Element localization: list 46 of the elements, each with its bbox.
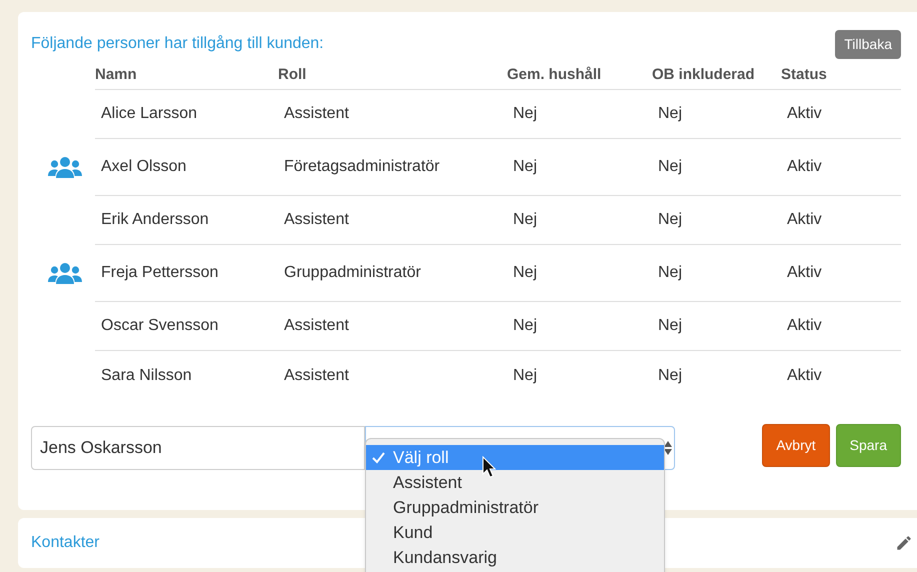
table-cell: Aktiv (787, 158, 822, 175)
checkmark-icon (372, 452, 385, 464)
column-header: Roll (278, 65, 306, 85)
table-cell: Aktiv (787, 264, 822, 281)
table-cell: Nej (513, 211, 538, 228)
pencil-icon[interactable] (895, 534, 913, 552)
table-cell: Nej (513, 317, 538, 334)
table-cell: Nej (658, 158, 682, 175)
column-header: OB inkluderad (652, 65, 755, 85)
table-cell: Alice Larsson (101, 105, 198, 122)
table-cell: Aktiv (787, 317, 822, 334)
dropdown-option[interactable]: Kund (366, 520, 664, 545)
table-cell: Nej (513, 158, 538, 175)
table-cell: Assistent (284, 366, 349, 384)
dropdown-option[interactable]: Assistent (366, 470, 664, 495)
mouse-cursor-icon (482, 456, 496, 478)
table-cell: Axel Olsson (101, 158, 186, 175)
table-cell: Gruppadministratör (284, 264, 421, 281)
panel-title: Följande personer har tillgång till kunden: (31, 34, 324, 54)
dropdown-option[interactable]: Kundansvarig (366, 545, 664, 570)
back-button[interactable]: Tillbaka (835, 30, 901, 59)
column-header: Gem. hushåll (507, 65, 602, 85)
table-cell: Nej (513, 105, 538, 122)
table-cell: Aktiv (787, 366, 822, 384)
table-cell: Assistent (284, 211, 349, 228)
table-cell: Nej (513, 366, 538, 384)
table-cell: Nej (658, 366, 682, 384)
table-cell: Assistent (284, 105, 349, 122)
column-header: Status (781, 65, 827, 85)
table-cell: Oscar Svensson (101, 317, 218, 334)
dropdown-option[interactable]: Gruppadministratör (366, 495, 664, 520)
table-cell: Företagsadministratör (284, 158, 440, 175)
table-cell: Nej (658, 317, 682, 334)
table-cell: Sara Nilsson (101, 366, 192, 384)
table-cell: Nej (513, 264, 538, 281)
cancel-button[interactable]: Avbryt (762, 424, 830, 466)
table-cell: Aktiv (787, 211, 822, 228)
table-cell: Nej (658, 105, 682, 122)
table-cell: Erik Andersson (101, 211, 209, 228)
name-field[interactable]: Jens Oskarsson (31, 426, 365, 470)
column-header: Namn (95, 65, 137, 85)
table-cell: Nej (658, 264, 682, 281)
table-cell: Aktiv (787, 105, 822, 122)
table-cell: Assistent (284, 317, 349, 334)
table-cell: Nej (658, 211, 682, 228)
table-cell: Freja Pettersson (101, 264, 218, 281)
